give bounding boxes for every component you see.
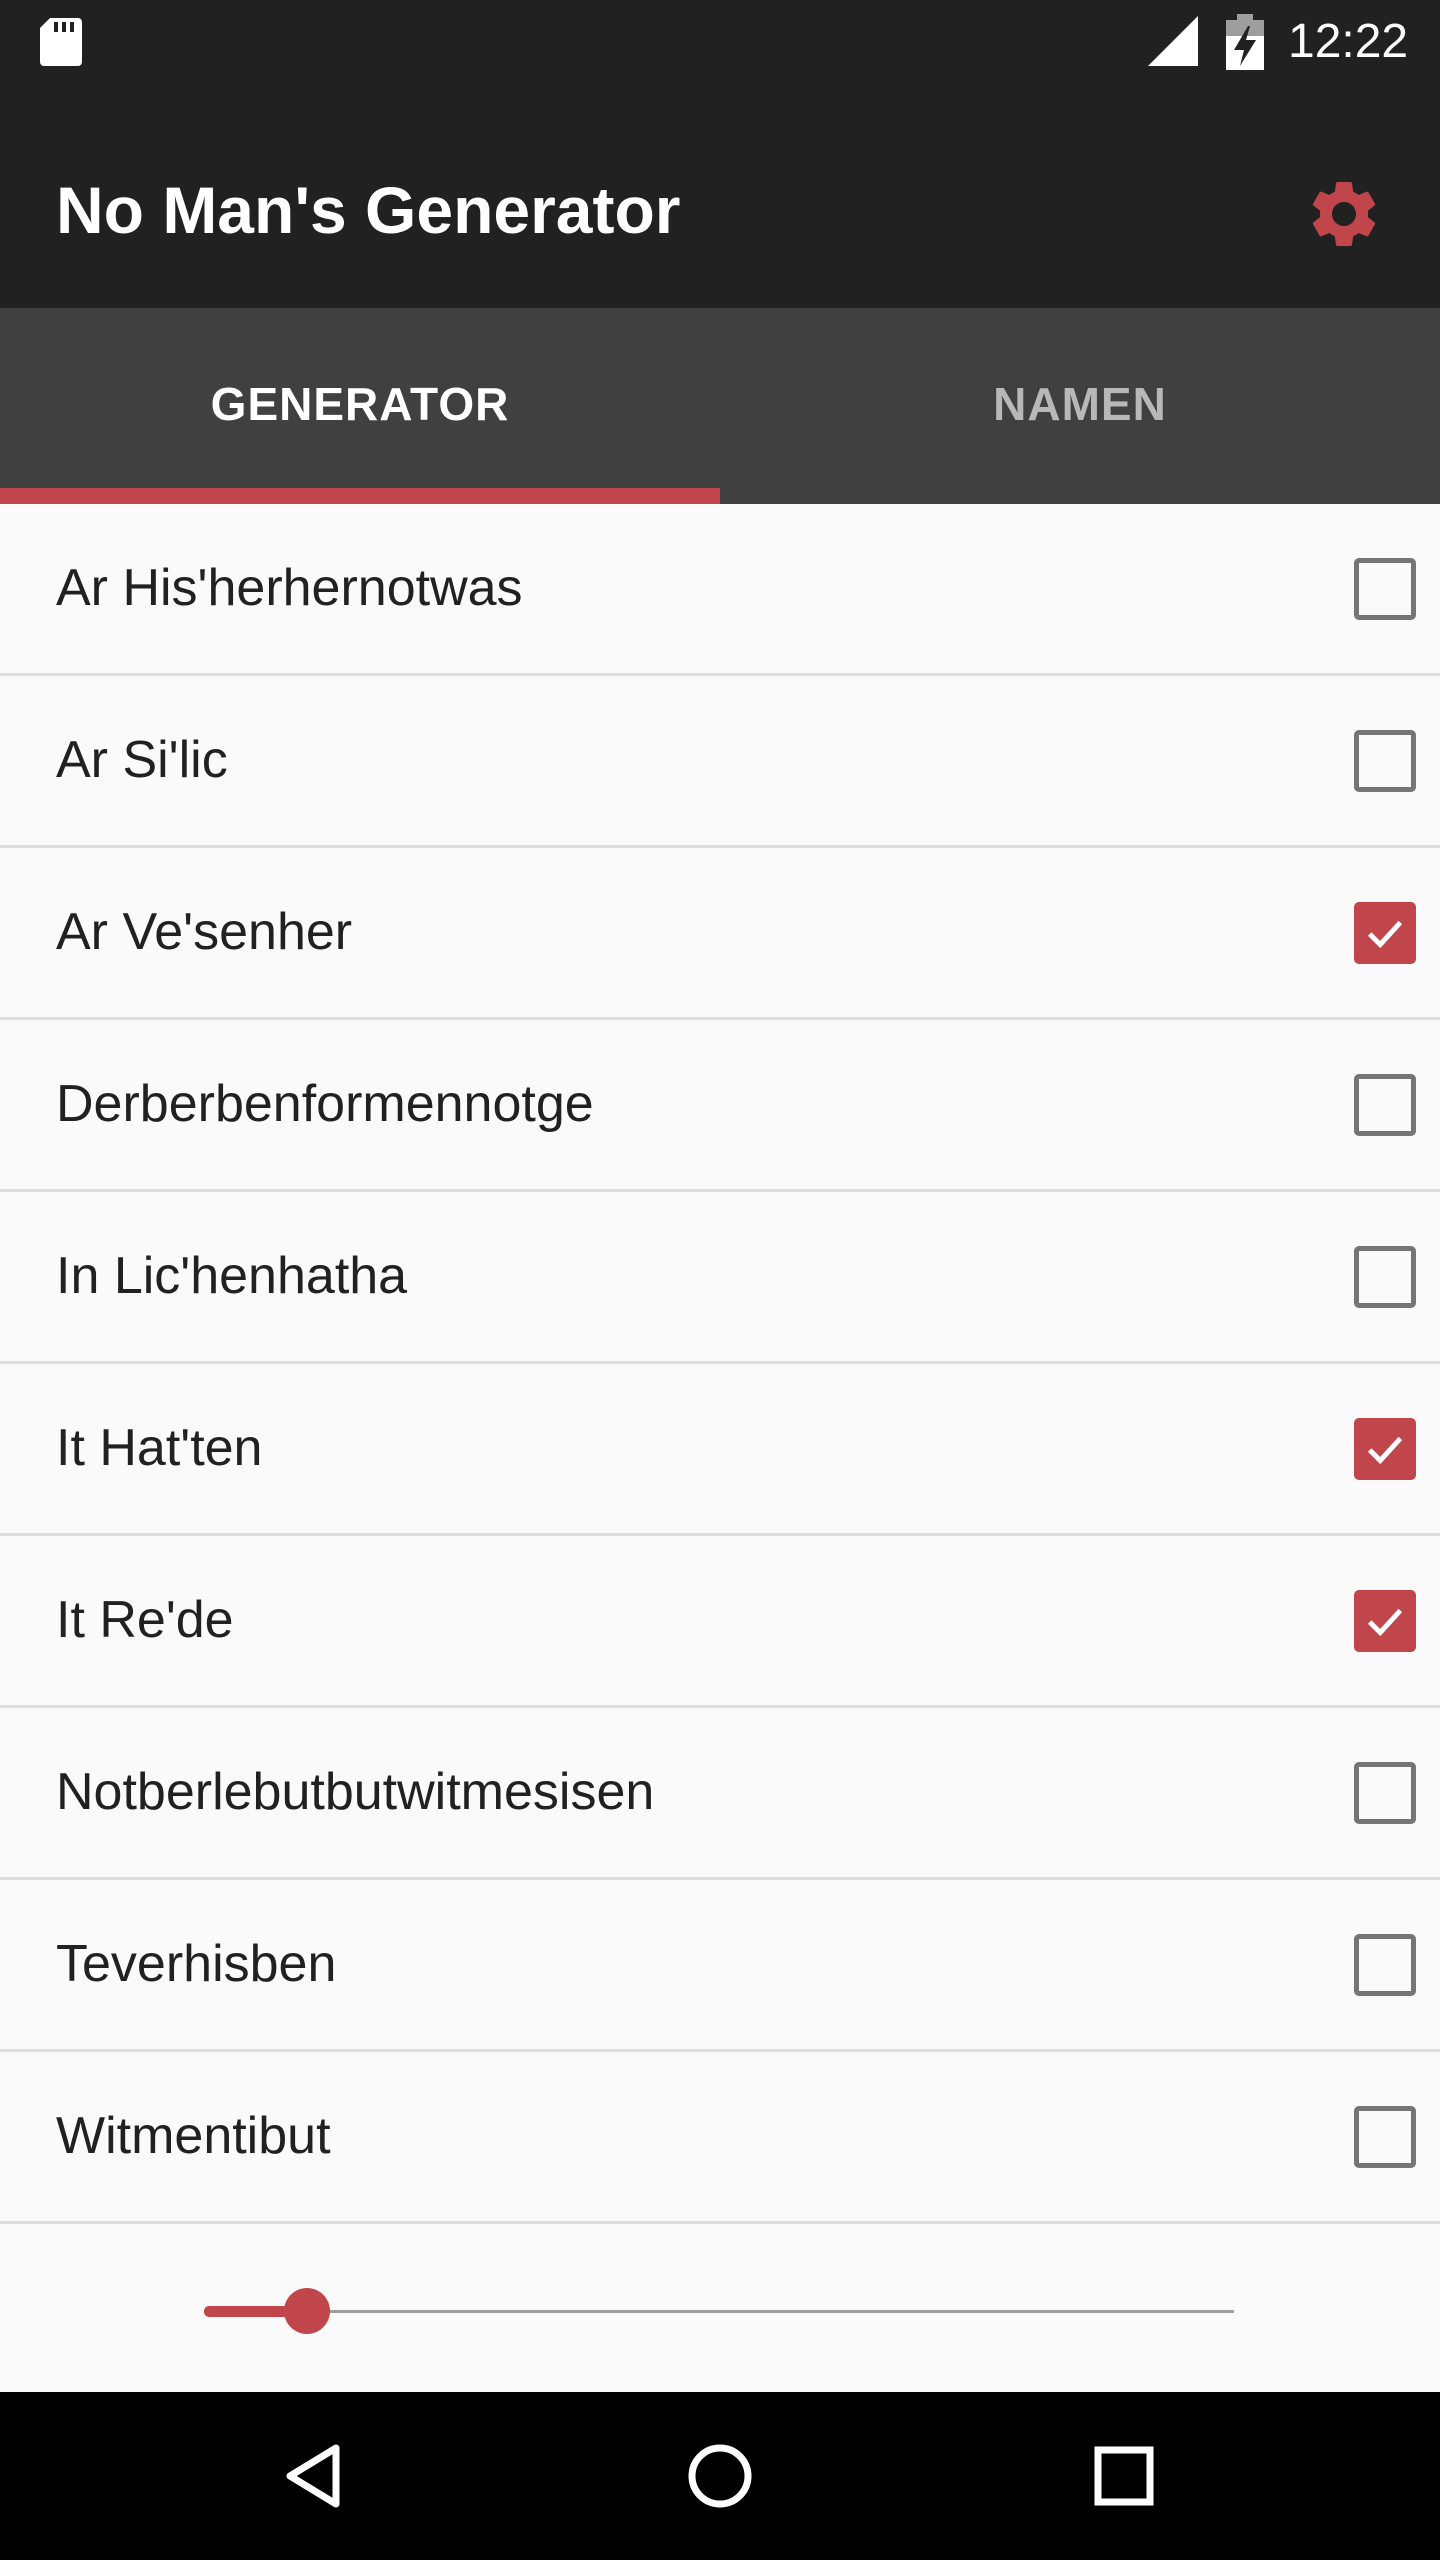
checkbox[interactable] xyxy=(1354,1934,1416,1996)
list-item[interactable]: It Re'de xyxy=(0,1536,1440,1708)
list-item-label: Derberbenformennotge xyxy=(56,1075,594,1133)
slider-track[interactable] xyxy=(204,2310,1234,2313)
gear-icon xyxy=(1312,181,1376,246)
list-item-label: Ar Si'lic xyxy=(56,731,228,789)
app-title: No Man's Generator xyxy=(56,173,681,247)
app-bar: No Man's Generator xyxy=(0,84,1440,308)
checkbox[interactable] xyxy=(1354,1418,1416,1480)
list-item[interactable]: Teverhisben xyxy=(0,1880,1440,2052)
signal-icon xyxy=(1148,16,1198,66)
checkbox[interactable] xyxy=(1354,2106,1416,2168)
list-item[interactable]: Witmentibut xyxy=(0,2052,1440,2224)
list-item-label: Teverhisben xyxy=(56,1935,337,1993)
list-item-label: It Hat'ten xyxy=(56,1419,263,1477)
list-item[interactable]: Ar His'herhernotwas xyxy=(0,504,1440,676)
tab-namen[interactable]: NAMEN xyxy=(720,308,1440,504)
tab-bar: GENERATOR NAMEN xyxy=(0,308,1440,504)
tab-indicator xyxy=(0,488,720,504)
settings-button[interactable] xyxy=(1304,174,1384,254)
checkbox[interactable] xyxy=(1354,902,1416,964)
list-item[interactable]: In Lic'henhatha xyxy=(0,1192,1440,1364)
tab-generator[interactable]: GENERATOR xyxy=(0,308,720,504)
checkmark-icon xyxy=(1367,1608,1403,1637)
list-item-label: Witmentibut xyxy=(56,2107,331,2165)
back-button[interactable] xyxy=(276,2436,356,2516)
checkmark-icon xyxy=(1367,920,1403,949)
nav-bar xyxy=(0,2392,1440,2560)
home-button[interactable] xyxy=(680,2436,760,2516)
sd-card-icon xyxy=(40,18,82,66)
home-icon xyxy=(688,2444,752,2508)
list-item-label: Ar Ve'senher xyxy=(56,903,353,961)
status-time: 12:22 xyxy=(1288,15,1409,68)
name-list: Ar His'herhernotwas Ar Si'lic Ar Ve'senh… xyxy=(0,504,1440,2224)
list-item[interactable]: Ar Si'lic xyxy=(0,676,1440,848)
list-item-label: It Re'de xyxy=(56,1591,234,1649)
slider-thumb[interactable] xyxy=(284,2288,330,2334)
checkbox[interactable] xyxy=(1354,1074,1416,1136)
checkbox[interactable] xyxy=(1354,730,1416,792)
checkbox[interactable] xyxy=(1354,1762,1416,1824)
status-bar: 12:22 xyxy=(0,0,1440,84)
battery-charging-icon xyxy=(1226,14,1264,70)
recents-icon xyxy=(1094,2446,1154,2506)
list-item[interactable]: Derberbenformennotge xyxy=(0,1020,1440,1192)
list-item-label: Notberlebutbutwitmesisen xyxy=(56,1763,655,1821)
list-item-label: In Lic'henhatha xyxy=(56,1247,408,1305)
back-icon xyxy=(286,2444,340,2508)
recents-button[interactable] xyxy=(1084,2436,1164,2516)
slider-area xyxy=(0,2224,1440,2392)
checkbox[interactable] xyxy=(1354,1590,1416,1652)
list-item[interactable]: Ar Ve'senher xyxy=(0,848,1440,1020)
checkbox[interactable] xyxy=(1354,558,1416,620)
list-item[interactable]: Notberlebutbutwitmesisen xyxy=(0,1708,1440,1880)
checkmark-icon xyxy=(1367,1436,1403,1465)
list-item[interactable]: It Hat'ten xyxy=(0,1364,1440,1536)
list-item-label: Ar His'herhernotwas xyxy=(56,559,523,617)
checkbox[interactable] xyxy=(1354,1246,1416,1308)
